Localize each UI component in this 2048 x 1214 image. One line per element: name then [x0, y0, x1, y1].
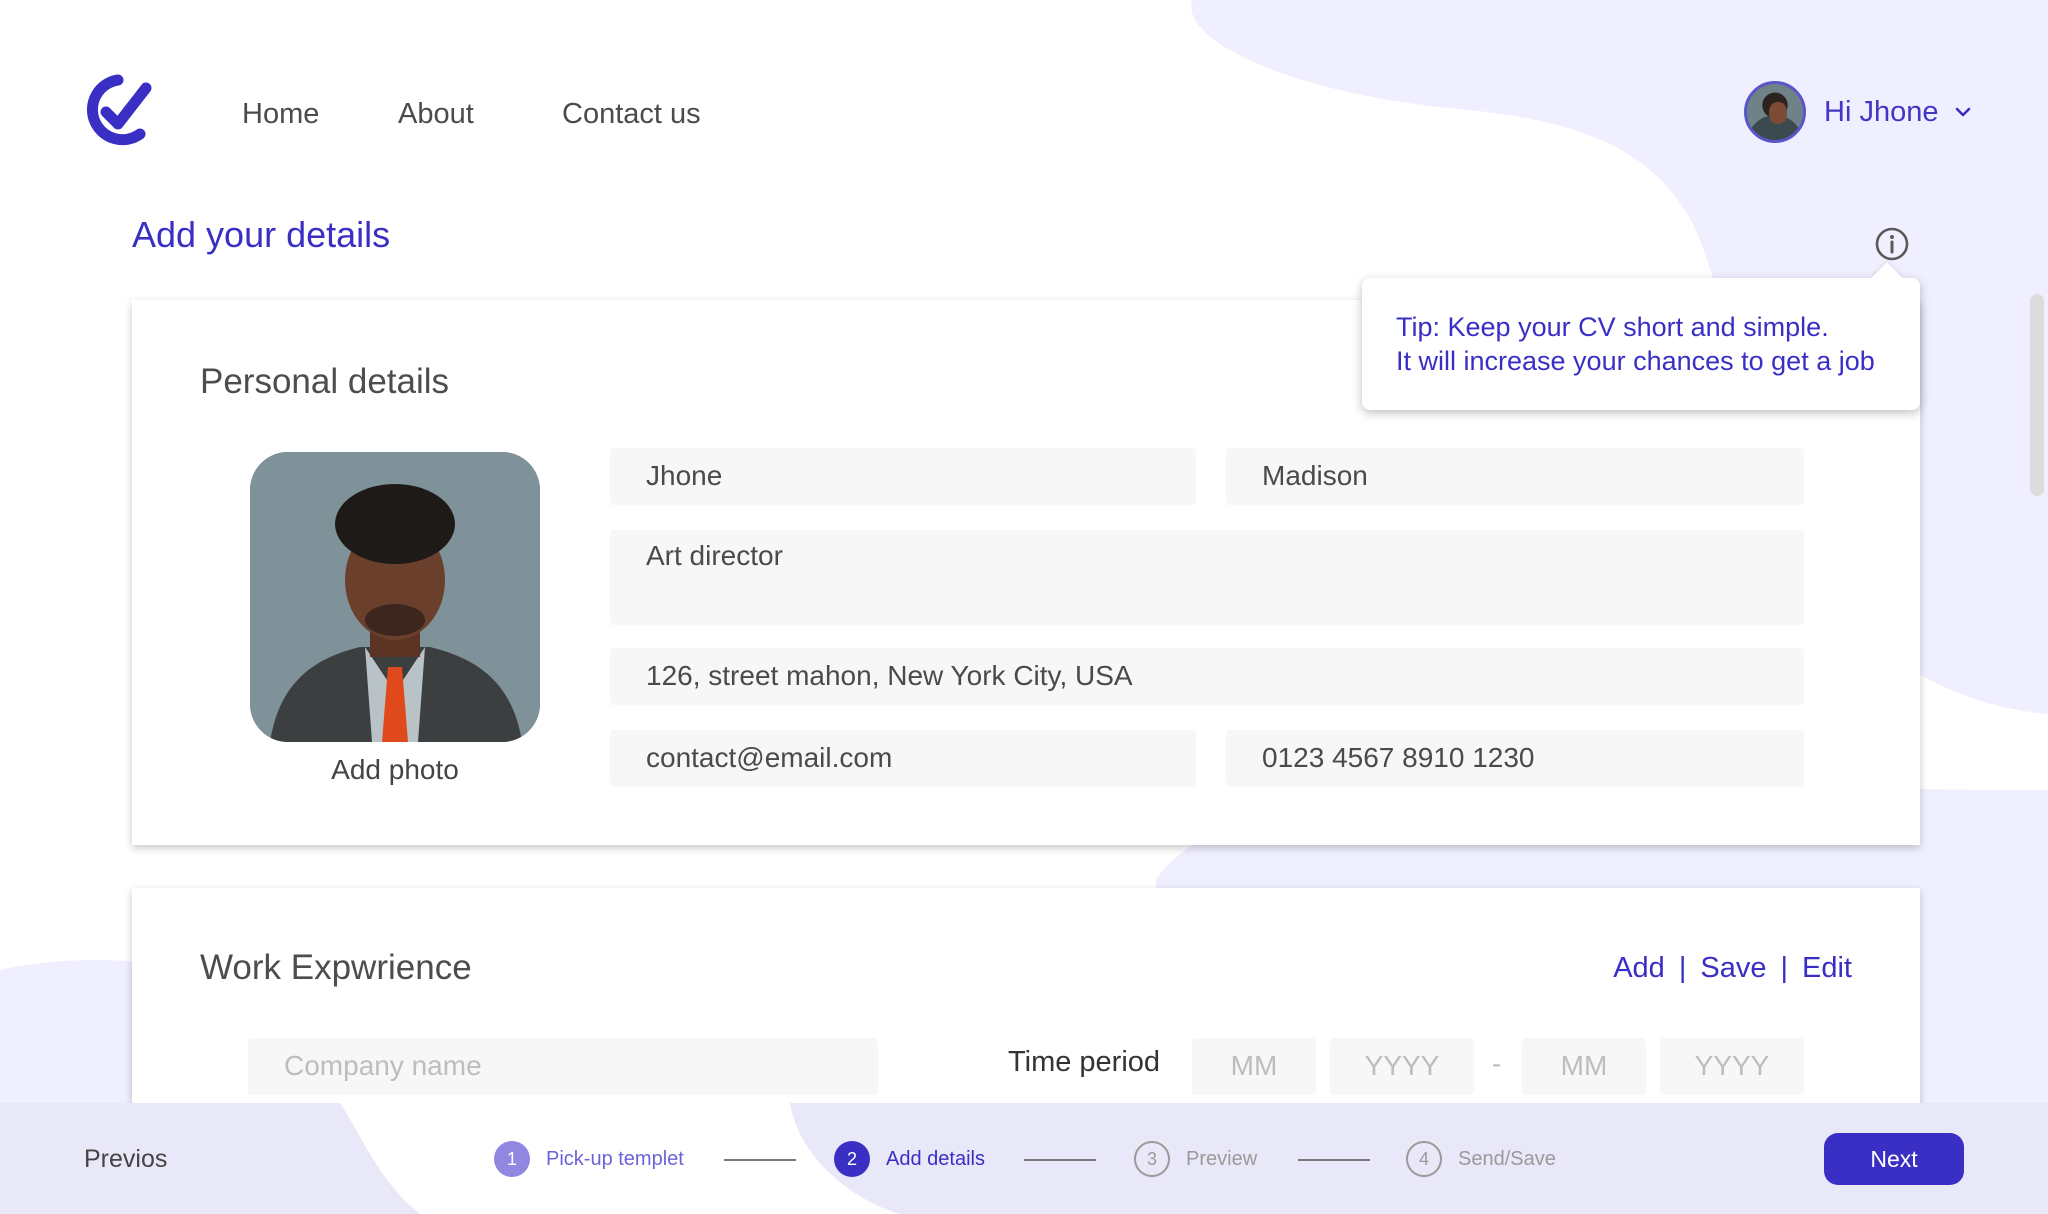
time-period-label: Time period [1008, 1046, 1161, 1078]
start-year-input[interactable]: YYYY [1330, 1038, 1474, 1094]
step-connector [1298, 1159, 1370, 1161]
chevron-down-icon [1956, 107, 1971, 117]
save-button[interactable]: Save [1700, 952, 1766, 985]
logo-icon[interactable] [82, 74, 154, 150]
profile-photo[interactable] [250, 452, 540, 742]
previous-button[interactable]: Previos [84, 1145, 167, 1174]
step-label: Pick-up templet [546, 1147, 684, 1170]
step-add-details[interactable]: 2 Add details [834, 1141, 985, 1177]
work-actions: Add | Save | Edit [1613, 952, 1852, 985]
action-separator: | [1678, 952, 1687, 984]
add-photo-link[interactable]: Add photo [250, 754, 540, 786]
phone-field[interactable]: 0123 4567 8910 1230 [1226, 730, 1804, 786]
tip-tooltip: Tip: Keep your CV short and simple. It w… [1362, 278, 1920, 410]
step-send-save[interactable]: 4 Send/Save [1406, 1141, 1556, 1177]
step-connector [1024, 1159, 1096, 1161]
edit-button[interactable]: Edit [1802, 952, 1852, 985]
tip-line-2: It will increase your chances to get a j… [1396, 346, 1875, 376]
step-number: 2 [834, 1141, 870, 1177]
personal-details-title: Personal details [200, 362, 450, 401]
scrollbar-thumb[interactable] [2030, 294, 2044, 496]
step-label: Preview [1186, 1147, 1258, 1170]
work-experience-title: Work Expwrience [200, 948, 472, 987]
user-greeting: Hi Jhone [1824, 95, 1939, 128]
end-month-input[interactable]: MM [1522, 1038, 1646, 1094]
email-field[interactable]: contact@email.com [610, 730, 1196, 786]
start-month-input[interactable]: MM [1192, 1038, 1316, 1094]
end-year-input[interactable]: YYYY [1660, 1038, 1804, 1094]
last-name-field[interactable]: Madison [1226, 448, 1804, 504]
add-button[interactable]: Add [1613, 952, 1665, 985]
range-dash: - [1492, 1048, 1502, 1079]
user-menu[interactable]: Hi Jhone [1744, 80, 1974, 144]
job-title-field[interactable]: Art director [610, 530, 1804, 624]
step-connector [724, 1159, 796, 1161]
nav-about[interactable]: About [398, 96, 474, 132]
nav-contact-us[interactable]: Contact us [562, 96, 701, 132]
tip-line-1: Tip: Keep your CV short and simple. [1396, 312, 1829, 342]
first-name-field[interactable]: Jhone [610, 448, 1196, 504]
step-pick-template[interactable]: 1 Pick-up templet [494, 1141, 684, 1177]
next-button[interactable]: Next [1824, 1133, 1964, 1185]
info-icon[interactable] [1874, 226, 1910, 262]
step-label: Send/Save [1458, 1147, 1556, 1170]
step-number: 4 [1406, 1141, 1442, 1177]
page-title: Add your details [132, 214, 391, 255]
bottom-progress-bar: Previos 1 Pick-up templet 2 Add details … [0, 1103, 2048, 1214]
step-label: Add details [886, 1147, 985, 1170]
step-number: 3 [1134, 1141, 1170, 1177]
portrait-image [250, 452, 540, 742]
address-field[interactable]: 126, street mahon, New York City, USA [610, 648, 1804, 704]
avatar [1744, 81, 1806, 143]
step-preview[interactable]: 3 Preview [1134, 1141, 1257, 1177]
action-separator: | [1780, 952, 1789, 984]
company-name-input[interactable]: Company name [248, 1038, 878, 1094]
nav-home[interactable]: Home [242, 96, 319, 132]
step-number: 1 [494, 1141, 530, 1177]
